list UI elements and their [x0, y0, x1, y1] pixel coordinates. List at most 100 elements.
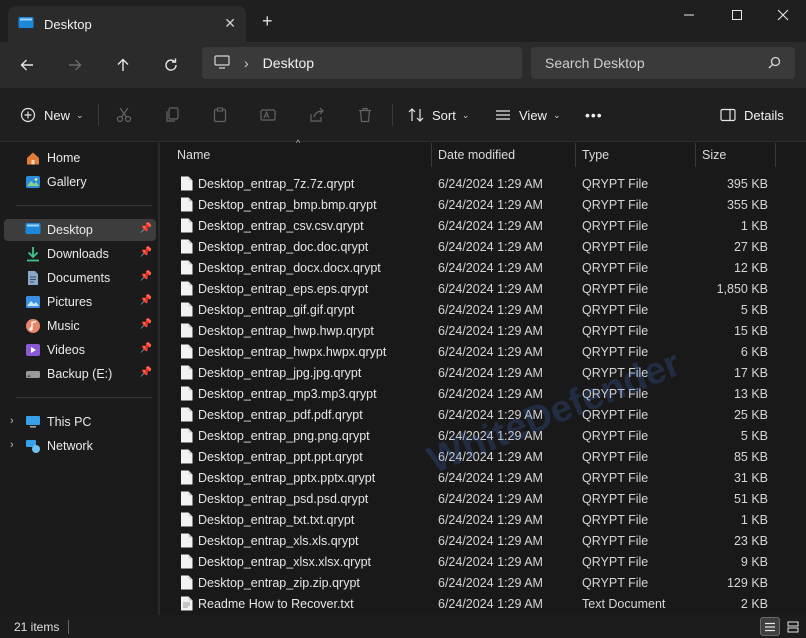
file-row[interactable]: Desktop_entrap_zip.zip.qrypt 6/24/2024 1:… — [160, 572, 806, 593]
file-row[interactable]: Desktop_entrap_7z.7z.qrypt 6/24/2024 1:29… — [160, 173, 806, 194]
sidebar-item-music[interactable]: Music 📌 — [4, 315, 156, 337]
sort-button[interactable]: Sort ⌄ — [408, 103, 469, 127]
tab-desktop[interactable]: Desktop ✕ — [8, 6, 246, 42]
column-divider[interactable] — [695, 143, 696, 167]
search-icon — [768, 56, 781, 72]
file-type: QRYPT File — [582, 219, 649, 233]
file-row[interactable]: Desktop_entrap_bmp.bmp.qrypt 6/24/2024 1:… — [160, 194, 806, 215]
share-button[interactable] — [309, 103, 325, 127]
file-row[interactable]: Desktop_entrap_csv.csv.qrypt 6/24/2024 1:… — [160, 215, 806, 236]
file-row[interactable]: Desktop_entrap_psd.psd.qrypt 6/24/2024 1:… — [160, 488, 806, 509]
file-size: 15 KB — [733, 324, 768, 338]
address-row: › Desktop Search Desktop — [0, 42, 806, 88]
sidebar-item-home[interactable]: Home — [4, 147, 156, 169]
file-name: Desktop_entrap_csv.csv.qrypt — [198, 219, 364, 233]
file-type: QRYPT File — [582, 429, 649, 443]
cut-button[interactable] — [116, 103, 132, 127]
file-size: 1,850 KB — [716, 282, 768, 296]
search-input[interactable]: Search Desktop — [545, 55, 645, 71]
rename-button[interactable] — [260, 103, 276, 127]
column-divider[interactable] — [775, 143, 776, 167]
chevron-right-icon[interactable]: › — [244, 55, 249, 71]
copy-button[interactable] — [164, 103, 180, 127]
file-name: Desktop_entrap_png.png.qrypt — [198, 429, 370, 443]
file-row[interactable]: Readme How to Recover.txt 6/24/2024 1:29 … — [160, 593, 806, 614]
file-row[interactable]: Desktop_entrap_xls.xls.qrypt 6/24/2024 1:… — [160, 530, 806, 551]
close-tab-icon[interactable]: ✕ — [224, 15, 236, 32]
file-row[interactable]: Desktop_entrap_ppt.ppt.qrypt 6/24/2024 1:… — [160, 446, 806, 467]
sidebar-item-label: Videos — [47, 343, 85, 357]
column-header-type[interactable]: Type — [582, 148, 609, 162]
file-row[interactable]: Desktop_entrap_pdf.pdf.qrypt 6/24/2024 1:… — [160, 404, 806, 425]
pin-icon[interactable]: 📌 — [140, 223, 152, 234]
up-button[interactable] — [109, 52, 137, 78]
sidebar-item-label: Music — [47, 319, 80, 333]
file-icon — [180, 470, 193, 488]
view-button[interactable]: View ⌄ — [495, 103, 561, 127]
forward-button[interactable] — [61, 52, 89, 78]
file-row[interactable]: Desktop_entrap_hwpx.hwpx.qrypt 6/24/2024 … — [160, 341, 806, 362]
file-icon — [180, 302, 193, 320]
sidebar-item-videos[interactable]: Videos 📌 — [4, 339, 156, 361]
file-row[interactable]: Desktop_entrap_eps.eps.qrypt 6/24/2024 1:… — [160, 278, 806, 299]
details-button[interactable]: Details — [720, 103, 784, 127]
details-view-button[interactable] — [760, 617, 780, 636]
chevron-right-icon[interactable]: › — [10, 415, 14, 427]
file-size: 23 KB — [733, 534, 768, 548]
file-row[interactable]: Desktop_entrap_pptx.pptx.qrypt 6/24/2024 … — [160, 467, 806, 488]
paste-button[interactable] — [212, 103, 228, 127]
file-row[interactable]: Desktop_entrap_doc.doc.qrypt 6/24/2024 1:… — [160, 236, 806, 257]
new-tab-button[interactable]: + — [262, 12, 273, 30]
pin-icon[interactable]: 📌 — [140, 271, 152, 282]
sidebar-item-backup-drive[interactable]: Backup (E:) 📌 — [4, 363, 156, 385]
back-button[interactable] — [13, 52, 41, 78]
pin-icon[interactable]: 📌 — [140, 343, 152, 354]
file-row[interactable]: Desktop_entrap_txt.txt.qrypt 6/24/2024 1:… — [160, 509, 806, 530]
file-size: 129 KB — [726, 576, 768, 590]
sidebar-item-documents[interactable]: Documents 📌 — [4, 267, 156, 289]
sidebar-item-this-pc[interactable]: › This PC — [4, 411, 156, 433]
address-bar[interactable]: › Desktop — [202, 47, 522, 79]
sidebar-item-pictures[interactable]: Pictures 📌 — [4, 291, 156, 313]
sidebar-item-desktop[interactable]: Desktop 📌 — [4, 219, 156, 241]
close-window-button[interactable] — [760, 0, 806, 30]
column-divider[interactable] — [575, 143, 576, 167]
file-type: QRYPT File — [582, 198, 649, 212]
sidebar-item-downloads[interactable]: Downloads 📌 — [4, 243, 156, 265]
pin-icon[interactable]: 📌 — [140, 295, 152, 306]
tab-title: Desktop — [44, 16, 92, 32]
file-type: QRYPT File — [582, 555, 649, 569]
minimize-button[interactable] — [666, 0, 712, 30]
more-options-button[interactable]: ••• — [585, 103, 603, 127]
file-name: Desktop_entrap_hwpx.hwpx.qrypt — [198, 345, 387, 359]
file-row[interactable]: Desktop_entrap_jpg.jpg.qrypt 6/24/2024 1:… — [160, 362, 806, 383]
file-row[interactable]: Desktop_entrap_gif.gif.qrypt 6/24/2024 1:… — [160, 299, 806, 320]
column-header-date[interactable]: Date modified — [438, 148, 515, 162]
refresh-button[interactable] — [157, 52, 185, 78]
column-header-row: ^ Name Date modified Type Size — [160, 138, 806, 167]
file-name: Desktop_entrap_psd.psd.qrypt — [198, 492, 369, 506]
search-box[interactable]: Search Desktop — [531, 47, 795, 79]
maximize-button[interactable] — [714, 0, 760, 30]
file-row[interactable]: Desktop_entrap_png.png.qrypt 6/24/2024 1:… — [160, 425, 806, 446]
column-header-size[interactable]: Size — [702, 148, 726, 162]
address-location[interactable]: Desktop — [263, 55, 314, 71]
sidebar-item-network[interactable]: › Network — [4, 435, 156, 457]
tiles-view-button[interactable] — [783, 617, 803, 636]
sidebar-item-gallery[interactable]: Gallery — [4, 171, 156, 193]
file-row[interactable]: Desktop_entrap_xlsx.xlsx.qrypt 6/24/2024 … — [160, 551, 806, 572]
pin-icon[interactable]: 📌 — [140, 319, 152, 330]
file-row[interactable]: Desktop_entrap_mp3.mp3.qrypt 6/24/2024 1:… — [160, 383, 806, 404]
new-button[interactable]: New ⌄ — [20, 103, 84, 127]
file-row[interactable]: Desktop_entrap_docx.docx.qrypt 6/24/2024 … — [160, 257, 806, 278]
pin-icon[interactable]: 📌 — [140, 367, 152, 378]
column-divider[interactable] — [431, 143, 432, 167]
file-row[interactable]: Desktop_entrap_hwp.hwp.qrypt 6/24/2024 1:… — [160, 320, 806, 341]
pin-icon[interactable]: 📌 — [140, 247, 152, 258]
file-icon — [180, 386, 193, 404]
sidebar-item-label: Downloads — [47, 247, 109, 261]
column-header-name[interactable]: Name — [177, 148, 210, 162]
chevron-right-icon[interactable]: › — [10, 439, 14, 451]
sidebar-item-label: This PC — [47, 415, 92, 429]
delete-button[interactable] — [357, 103, 373, 127]
